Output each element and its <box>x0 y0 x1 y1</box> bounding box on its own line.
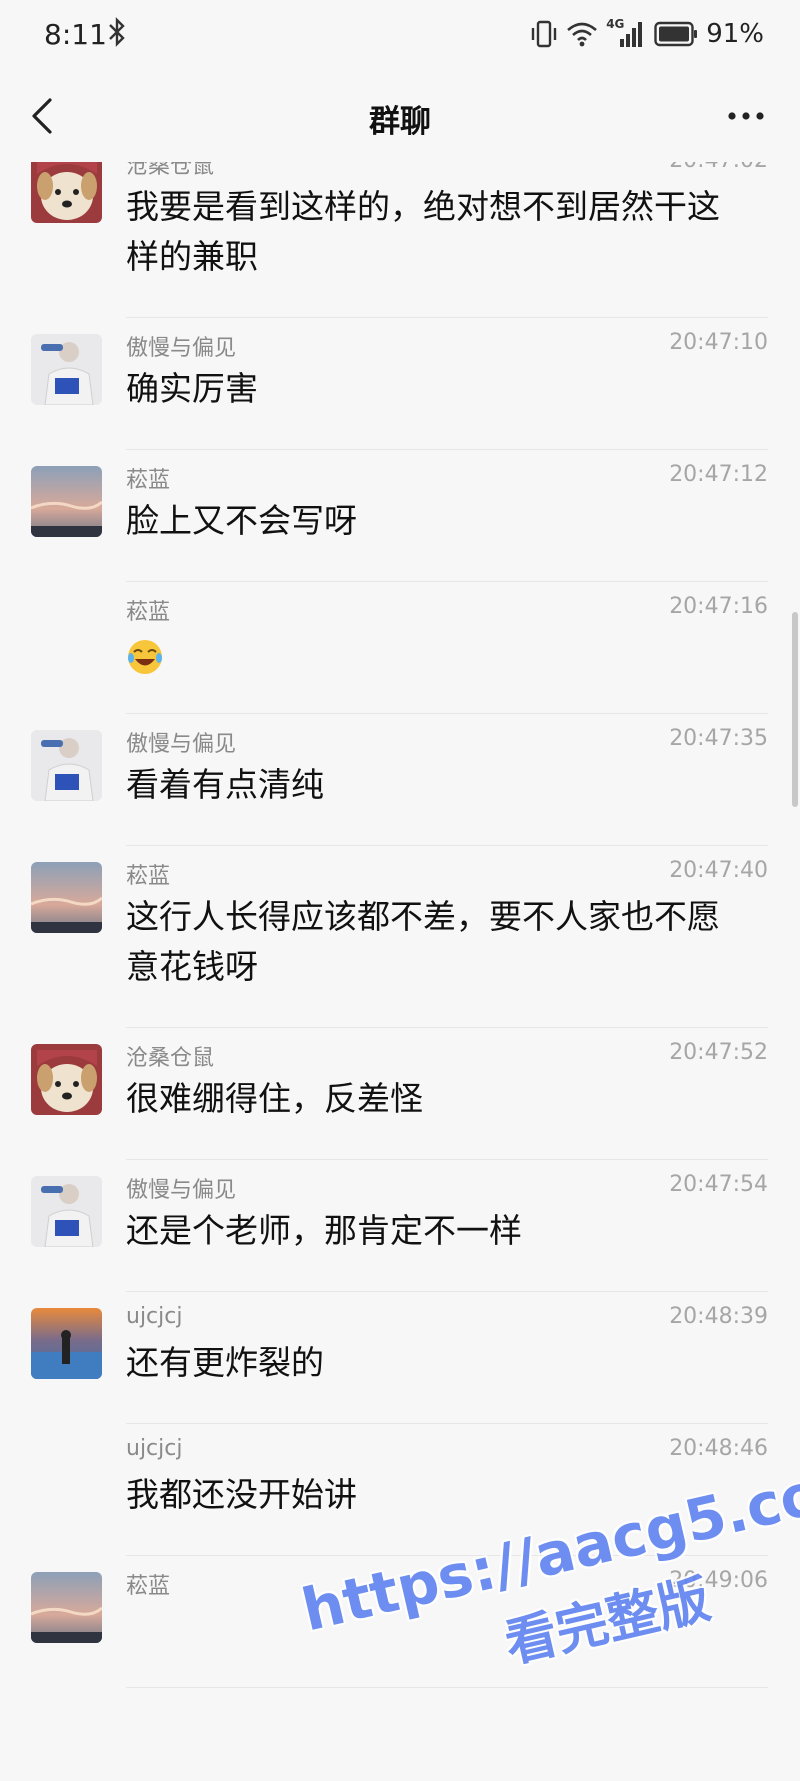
message-text[interactable]: 确实厉害 <box>126 364 746 414</box>
sender-name[interactable]: ujcjcj <box>126 1304 182 1329</box>
dog-avatar[interactable] <box>31 152 102 223</box>
sender-name[interactable]: ujcjcj <box>126 1436 182 1461</box>
message-item[interactable]: 沧桑仓鼠20:47:02我要是看到这样的，绝对想不到居然干这样的兼职 <box>0 150 800 318</box>
sender-name[interactable]: 傲慢与偏见 <box>126 726 236 758</box>
message-item[interactable]: 傲慢与偏见 20:47:10 确实厉害 <box>0 318 800 450</box>
message-time: 20:47:10 <box>669 330 768 355</box>
message-item[interactable]: 傲慢与偏见 20:47:54 还是个老师，那肯定不一样 <box>0 1160 800 1292</box>
message-item[interactable]: ujcjcj 20:48:39 还有更炸裂的 <box>0 1292 800 1424</box>
sender-name[interactable]: 菘蓝 <box>126 1568 170 1600</box>
nav-bar: 群聊 <box>0 70 800 162</box>
message-item[interactable]: 傲慢与偏见 20:47:35 看着有点清纯 <box>0 714 800 846</box>
message-text[interactable]: 很难绷得住，反差怪 <box>126 1074 746 1124</box>
bluetooth-icon <box>109 17 125 47</box>
cell-signal-icon: 4G <box>606 17 646 49</box>
message-time: 20:48:39 <box>669 1304 768 1329</box>
status-time: 8:11 <box>44 18 107 51</box>
sender-name[interactable]: 菘蓝 <box>126 462 170 494</box>
message-time: 20:47:54 <box>669 1172 768 1197</box>
sender-name[interactable]: 傲慢与偏见 <box>126 330 236 362</box>
sky-avatar[interactable] <box>31 1572 102 1643</box>
message-time: 20:47:40 <box>669 858 768 883</box>
sender-name[interactable]: 沧桑仓鼠 <box>126 1040 214 1072</box>
message-text[interactable]: 看着有点清纯 <box>126 760 746 810</box>
sender-name[interactable]: 菘蓝 <box>126 858 170 890</box>
message-time: 20:47:35 <box>669 726 768 751</box>
message-text[interactable]: 还是个老师，那肯定不一样 <box>126 1206 746 1256</box>
dog-avatar[interactable] <box>31 1044 102 1115</box>
battery-icon <box>654 21 698 47</box>
scroll-indicator[interactable] <box>792 612 798 807</box>
sunset-avatar[interactable] <box>31 1308 102 1379</box>
sender-name[interactable]: 菘蓝 <box>126 594 170 626</box>
message-time: 20:47:12 <box>669 462 768 487</box>
message-item[interactable]: 菘蓝 20:47:16 <box>0 582 800 714</box>
message-item[interactable]: 菘蓝 20:47:40 这行人长得应该都不差，要不人家也不愿意花钱呀 <box>0 846 800 1028</box>
message-text[interactable]: 还有更炸裂的 <box>126 1338 746 1388</box>
message-item[interactable]: 菘蓝 20:47:12 脸上又不会写呀 <box>0 450 800 582</box>
more-options-icon[interactable] <box>724 98 768 134</box>
message-text[interactable]: 脸上又不会写呀 <box>126 496 746 546</box>
status-icons: 4G 91% <box>530 16 764 52</box>
page-title: 群聊 <box>369 104 431 140</box>
wifi-icon <box>567 22 598 47</box>
vibrate-icon <box>532 20 557 48</box>
message-time: 20:47:52 <box>669 1040 768 1065</box>
person-avatar[interactable] <box>31 730 102 801</box>
message-text[interactable]: 这行人长得应该都不差，要不人家也不愿意花钱呀 <box>126 892 746 992</box>
sky-avatar[interactable] <box>31 466 102 537</box>
message-time: 20:47:16 <box>669 594 768 619</box>
sky-avatar[interactable] <box>31 862 102 933</box>
person-avatar[interactable] <box>31 334 102 405</box>
sender-name[interactable]: 傲慢与偏见 <box>126 1172 236 1204</box>
message-text[interactable]: 我要是看到这样的，绝对想不到居然干这样的兼职 <box>126 182 746 282</box>
message-item[interactable]: 沧桑仓鼠 20:47:52 很难绷得住，反差怪 <box>0 1028 800 1160</box>
laughing-tears-emoji[interactable] <box>126 638 164 676</box>
battery-percent: 91% <box>706 19 764 49</box>
person-avatar[interactable] <box>31 1176 102 1247</box>
status-bar: 8:11 4G 91% <box>0 0 800 70</box>
